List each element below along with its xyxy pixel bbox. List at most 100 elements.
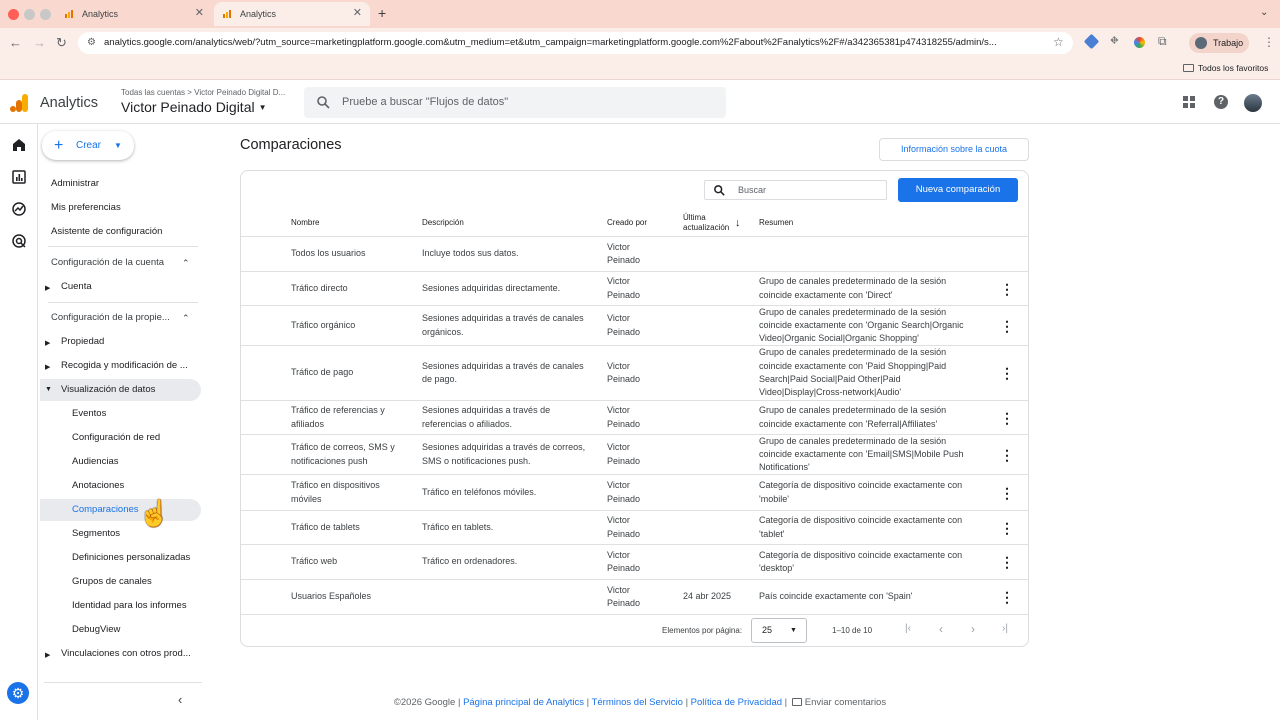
forward-icon[interactable]: →	[33, 35, 46, 51]
home-icon[interactable]	[11, 137, 27, 153]
nav-account[interactable]: Cuenta	[61, 276, 92, 298]
extension-icon[interactable]: ⛖	[1110, 35, 1119, 48]
row-menu-icon[interactable]: ⋮	[1000, 366, 1014, 380]
maximize-window-icon[interactable]	[40, 9, 51, 20]
new-comparison-button[interactable]: Nueva comparación	[898, 178, 1018, 202]
close-tab-icon[interactable]: ✕	[195, 6, 204, 19]
last-page-icon[interactable]: ›|	[1002, 623, 1008, 634]
row-menu-icon[interactable]: ⋮	[1000, 448, 1014, 462]
nav-annotations[interactable]: Anotaciones	[40, 475, 201, 497]
nav-account-settings-section[interactable]: Configuración de la cuenta	[51, 252, 164, 274]
nav-data-collection[interactable]: Recogida y modificación de ...	[61, 355, 188, 377]
bookmarks-bar	[0, 58, 1280, 80]
column-header-description[interactable]: Descripción	[422, 218, 464, 228]
bookmark-star-icon[interactable]: ☆	[1053, 35, 1064, 49]
quota-info-button[interactable]: Información sobre la cuota	[879, 138, 1029, 161]
nav-debugview[interactable]: DebugView	[40, 619, 201, 641]
back-icon[interactable]: ←	[9, 35, 22, 51]
expand-arrow-icon[interactable]: ▶	[45, 363, 50, 371]
account-breadcrumb[interactable]: Todas las cuentas > Victor Peinado Digit…	[121, 88, 285, 97]
new-tab-button[interactable]: +	[378, 5, 386, 21]
help-icon[interactable]: ?	[1214, 95, 1228, 109]
nav-audiences[interactable]: Audiencias	[40, 451, 201, 473]
cell-last-updated	[683, 511, 753, 544]
column-header-last-updated[interactable]: Última actualización	[683, 213, 729, 233]
all-bookmarks-button[interactable]: Todos los favoritos	[1183, 63, 1268, 73]
nav-channel-groups[interactable]: Grupos de canales	[40, 571, 201, 593]
expand-arrow-icon[interactable]: ▶	[45, 339, 50, 347]
cell-description: Sesiones adquiridas a través de referenc…	[422, 401, 592, 434]
expand-arrow-icon[interactable]: ▶	[45, 284, 50, 292]
chevron-up-icon[interactable]: ⌃	[182, 258, 190, 269]
nav-product-links[interactable]: Vinculaciones con otros prod...	[61, 643, 191, 665]
account-avatar[interactable]	[1244, 94, 1262, 112]
nav-events[interactable]: Eventos	[40, 403, 201, 425]
nav-admin[interactable]: Administrar	[51, 173, 99, 195]
row-menu-icon[interactable]: ⋮	[1000, 521, 1014, 535]
table-search-input[interactable]: Buscar	[704, 180, 887, 200]
explore-icon[interactable]	[11, 201, 27, 217]
footer-privacy-link[interactable]: Política de Privacidad	[691, 697, 782, 708]
footer-feedback-link[interactable]: Enviar comentarios	[790, 697, 886, 708]
row-menu-icon[interactable]: ⋮	[1000, 590, 1014, 604]
analytics-logo-icon[interactable]	[9, 93, 29, 113]
profile-button[interactable]: Trabajo	[1189, 33, 1249, 53]
first-page-icon[interactable]: |‹	[905, 623, 911, 634]
site-info-icon[interactable]: ⚙	[87, 32, 96, 54]
divider	[48, 246, 198, 247]
row-menu-icon[interactable]: ⋮	[1000, 282, 1014, 296]
tab-list-icon[interactable]: ⌄	[1260, 7, 1268, 18]
extensions-puzzle-icon[interactable]: ⧉	[1158, 34, 1167, 49]
items-per-page-label: Elementos por página:	[662, 626, 743, 635]
chevron-up-icon[interactable]: ⌃	[182, 313, 190, 324]
advertising-icon[interactable]	[11, 233, 27, 249]
reload-icon[interactable]: ↻	[56, 35, 67, 51]
property-selector[interactable]: Victor Peinado Digital ▼	[121, 99, 267, 115]
browser-tab-1[interactable]: Analytics ✕	[56, 2, 212, 26]
sort-descending-icon[interactable]: ↓	[735, 217, 741, 229]
browser-menu-icon[interactable]: ⋮	[1263, 35, 1275, 49]
apps-grid-icon[interactable]	[1183, 96, 1196, 109]
row-menu-icon[interactable]: ⋮	[1000, 411, 1014, 425]
tab-title: Analytics	[82, 9, 119, 19]
expand-arrow-icon[interactable]: ▶	[45, 651, 50, 659]
nav-preferences[interactable]: Mis preferencias	[51, 197, 121, 219]
column-header-name[interactable]: Nombre	[291, 218, 319, 228]
cell-created-by-text: Victor Peinado	[607, 480, 641, 504]
nav-comparisons[interactable]: Comparaciones	[40, 499, 201, 521]
cell-last-updated-text: 24 abr 2025	[683, 591, 732, 602]
cell-created-by-text: Victor Peinado	[607, 405, 641, 429]
browser-tab-2[interactable]: Analytics ✕	[214, 2, 370, 26]
next-page-icon[interactable]: ›	[971, 622, 975, 636]
column-header-summary[interactable]: Resumen	[759, 218, 793, 228]
create-button[interactable]: + Crear ▼	[42, 131, 134, 160]
footer-analytics-home-link[interactable]: Página principal de Analytics	[463, 697, 584, 708]
nav-property[interactable]: Propiedad	[61, 331, 104, 353]
previous-page-icon[interactable]: ‹	[939, 622, 943, 636]
caret-down-icon: ▼	[790, 627, 797, 634]
cell-name: Tráfico en dispositivos móviles	[291, 475, 411, 510]
nav-segments[interactable]: Segmentos	[40, 523, 201, 545]
reports-icon[interactable]	[11, 169, 27, 185]
column-header-created-by[interactable]: Creado por	[607, 218, 647, 228]
nav-property-settings-section[interactable]: Configuración de la propie...	[51, 307, 170, 329]
close-tab-icon[interactable]: ✕	[353, 6, 362, 19]
page-size-select[interactable]: 25 ▼	[751, 618, 807, 643]
nav-data-display[interactable]: ▼ Visualización de datos	[40, 379, 201, 401]
extension-color-icon[interactable]	[1134, 37, 1145, 48]
row-menu-icon[interactable]: ⋮	[1000, 486, 1014, 500]
row-menu-icon[interactable]: ⋮	[1000, 319, 1014, 333]
nav-network-config[interactable]: Configuración de red	[40, 427, 201, 449]
address-bar[interactable]: ⚙ analytics.google.com/analytics/web/?ut…	[78, 32, 1073, 54]
nav-reporting-identity[interactable]: Identidad para los informes	[40, 595, 201, 617]
nav-custom-definitions[interactable]: Definiciones personalizadas	[40, 547, 201, 569]
nav-setup-assistant[interactable]: Asistente de configuración	[51, 221, 162, 243]
footer-terms-link[interactable]: Términos del Servicio	[592, 697, 683, 708]
global-search-input[interactable]: Pruebe a buscar "Flujos de datos"	[304, 87, 726, 118]
minimize-window-icon[interactable]	[24, 9, 35, 20]
close-window-icon[interactable]	[8, 9, 19, 20]
cell-last-updated	[683, 401, 753, 434]
cell-summary: País coincide exactamente con 'Spain'	[759, 580, 981, 614]
cell-created-by-text: Victor Peinado	[607, 313, 641, 337]
row-menu-icon[interactable]: ⋮	[1000, 555, 1014, 569]
